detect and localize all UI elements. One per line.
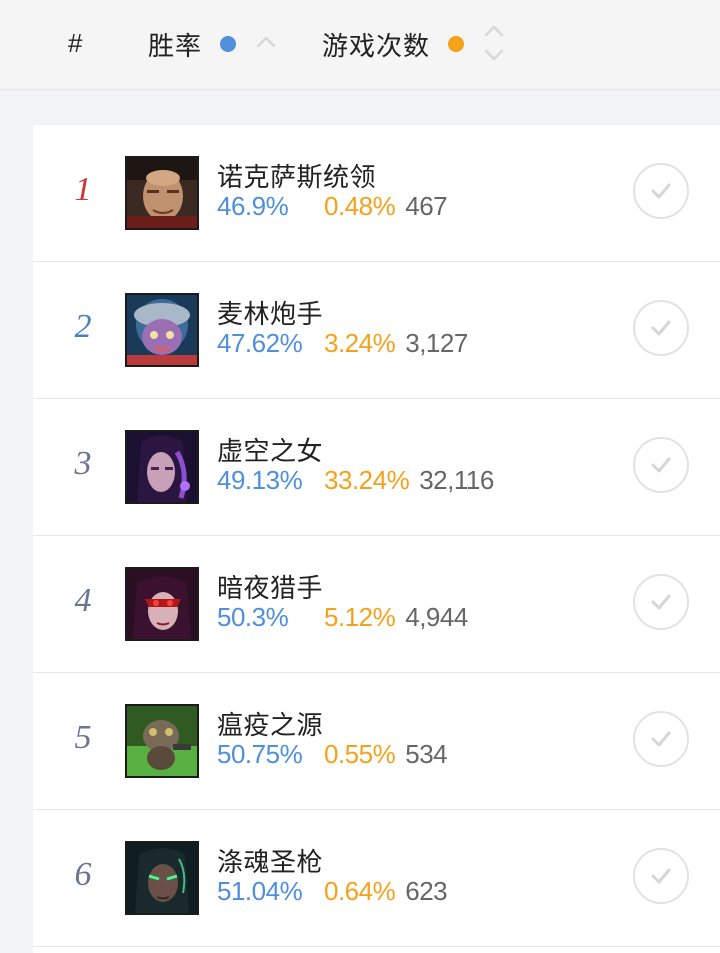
list-item[interactable]: 1 诺克萨斯统领 46.9% 0.48% 467	[33, 125, 720, 262]
table-header: # 胜率 游戏次数	[0, 0, 720, 90]
champion-name: 诺克萨斯统领	[217, 162, 377, 192]
winrate-value: 47.62%	[217, 328, 303, 358]
list-item[interactable]: 3 虚空之女 49.13% 33.24% 32,116	[33, 399, 720, 536]
winrate-header-label: 胜率	[148, 30, 203, 61]
checkmark-icon	[651, 183, 671, 199]
pickrate-value: 0.64%	[324, 876, 396, 906]
champion-stats: 51.04% 0.64% 623	[217, 876, 448, 906]
kaisa-portrait-icon	[125, 430, 199, 504]
rank-number: 2	[74, 308, 92, 345]
sort-ascending-icon[interactable]	[254, 22, 278, 66]
games-count: 3,127	[405, 328, 468, 358]
games-count: 623	[405, 876, 448, 906]
champion-stats: 47.62% 3.24% 3,127	[217, 328, 468, 358]
select-check-button[interactable]	[633, 300, 689, 356]
winrate-value: 51.04%	[217, 876, 303, 906]
twitch-portrait-icon	[125, 704, 199, 778]
pickrate-header-label: 游戏次数	[322, 30, 431, 61]
checkmark-icon	[651, 320, 671, 336]
rank-number: 4	[74, 582, 92, 619]
games-count: 467	[405, 191, 448, 221]
list-item[interactable]: 5 瘟疫之源 50.75% 0.55% 534	[33, 673, 720, 810]
rank-number: 1	[74, 171, 92, 208]
pickrate-value: 0.55%	[324, 739, 396, 769]
champion-name: 瘟疫之源	[217, 710, 324, 740]
champion-stats: 46.9% 0.48% 467	[217, 191, 448, 221]
rank-number: 5	[74, 719, 92, 756]
list-item[interactable]: 6 涤魂圣枪 51.04% 0.64% 623	[33, 810, 720, 947]
pickrate-value: 5.12%	[324, 602, 396, 632]
select-check-button[interactable]	[633, 574, 689, 630]
checkmark-icon	[651, 731, 671, 747]
checkmark-icon	[651, 457, 671, 473]
tristana-portrait-icon	[125, 293, 199, 367]
games-count: 4,944	[405, 602, 468, 632]
champion-name: 涤魂圣枪	[217, 847, 324, 877]
sort-toggle-icon[interactable]	[482, 22, 506, 66]
pickrate-value: 0.48%	[324, 191, 396, 221]
pickrate-value: 3.24%	[324, 328, 396, 358]
select-check-button[interactable]	[633, 711, 689, 767]
pickrate-sort-header[interactable]: 游戏次数	[322, 22, 506, 66]
winrate-value: 50.75%	[217, 739, 303, 769]
champion-name: 暗夜猎手	[217, 573, 324, 603]
rank-column-header: #	[68, 28, 83, 58]
rank-number: 3	[74, 445, 92, 482]
winrate-value: 46.9%	[217, 191, 289, 221]
champion-name: 麦林炮手	[217, 299, 324, 329]
checkmark-icon	[651, 594, 671, 610]
winrate-value: 50.3%	[217, 602, 289, 632]
select-check-button[interactable]	[633, 437, 689, 493]
winrate-sort-header[interactable]: 胜率	[148, 22, 278, 66]
select-check-button[interactable]	[633, 848, 689, 904]
winrate-legend-dot	[220, 36, 237, 52]
rank-number: 6	[74, 856, 92, 893]
pickrate-legend-dot	[448, 36, 465, 52]
select-check-button[interactable]	[633, 163, 689, 219]
champion-list: 1 诺克萨斯统领 46.9% 0.48% 467 2 麦林炮手 47.62% 3…	[33, 125, 720, 953]
swain-portrait-icon	[125, 156, 199, 230]
winrate-value: 49.13%	[217, 465, 303, 495]
games-count: 534	[405, 739, 448, 769]
champion-stats: 50.75% 0.55% 534	[217, 739, 448, 769]
senna-portrait-icon	[125, 841, 199, 915]
champion-stats: 49.13% 33.24% 32,116	[217, 465, 494, 495]
games-count: 32,116	[419, 465, 494, 495]
champion-name: 虚空之女	[217, 436, 324, 466]
list-item[interactable]: 2 麦林炮手 47.62% 3.24% 3,127	[33, 262, 720, 399]
checkmark-icon	[651, 868, 671, 884]
vayne-portrait-icon	[125, 567, 199, 641]
champion-stats: 50.3% 5.12% 4,944	[217, 602, 468, 632]
pickrate-value: 33.24%	[324, 465, 410, 495]
list-item[interactable]: 4 暗夜猎手 50.3% 5.12% 4,944	[33, 536, 720, 673]
